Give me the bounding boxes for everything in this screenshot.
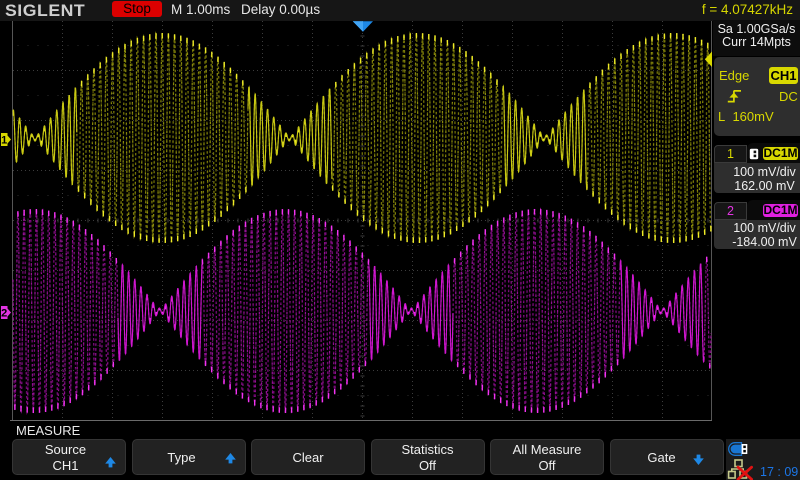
svg-text:1: 1: [1, 134, 7, 146]
svg-text:2: 2: [1, 307, 7, 319]
